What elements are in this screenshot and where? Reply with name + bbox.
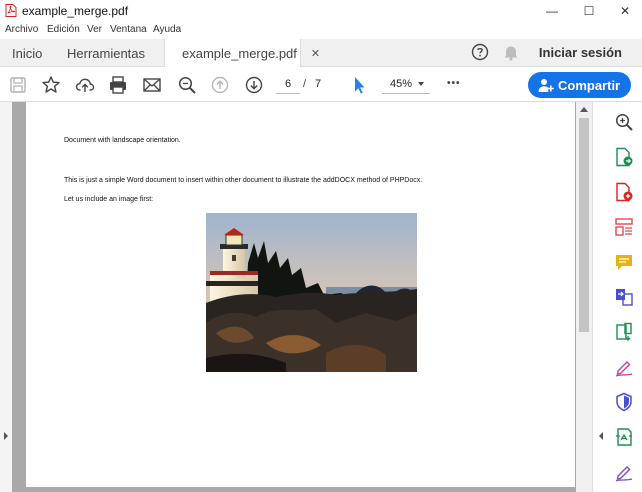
zoom-icon[interactable] [614, 112, 634, 132]
edit-pdf-icon[interactable] [614, 462, 634, 482]
tab-document-label: example_merge.pdf [182, 46, 297, 61]
doc-line-2: This is just a simple Word document to i… [64, 177, 423, 184]
cloud-upload-icon[interactable] [75, 75, 95, 95]
toolbar: 6 / 7 45% ••• Compartir [0, 67, 642, 102]
email-icon[interactable] [142, 75, 162, 95]
tab-bar: Inicio Herramientas example_merge.pdf ✕ … [0, 39, 642, 68]
collapse-right-panel-icon[interactable] [598, 432, 604, 440]
pdf-app-icon [5, 4, 17, 17]
scroll-up-icon[interactable] [580, 106, 588, 112]
sign-in-link[interactable]: Iniciar sesión [539, 45, 622, 60]
comment-icon[interactable] [614, 252, 634, 272]
total-pages: 7 [315, 78, 322, 90]
minimize-button[interactable]: — [537, 2, 567, 19]
tab-home[interactable]: Inicio [12, 39, 42, 67]
save-icon[interactable] [8, 75, 28, 95]
menu-edicion[interactable]: Edición [47, 24, 80, 35]
combine-files-icon[interactable] [614, 287, 634, 307]
menu-archivo[interactable]: Archivo [5, 24, 38, 35]
current-page-input[interactable]: 6 [276, 75, 300, 94]
window-title: example_merge.pdf [22, 4, 129, 18]
protect-icon[interactable] [614, 392, 634, 412]
tab-close-icon[interactable]: ✕ [311, 47, 320, 60]
title-bar: example_merge.pdf — ☐ ✕ [0, 0, 642, 21]
close-window-button[interactable]: ✕ [610, 2, 640, 19]
page-separator: / [303, 78, 307, 90]
doc-line-1: Document with landscape orientation. [64, 137, 181, 144]
create-pdf-icon[interactable] [614, 182, 634, 202]
share-button-label: Compartir [558, 77, 621, 93]
add-user-icon [538, 79, 554, 92]
bookmark-star-icon[interactable] [41, 75, 61, 95]
minimize-icon: — [546, 3, 558, 18]
select-cursor-icon[interactable] [349, 75, 369, 95]
menu-bar: Archivo Edición Ver Ventana Ayuda [0, 21, 642, 39]
doc-line-3: Let us include an image first: [64, 196, 154, 203]
lighthouse-photo [206, 213, 417, 372]
maximize-button[interactable]: ☐ [574, 2, 604, 19]
scrollbar-thumb[interactable] [579, 118, 589, 332]
print-icon[interactable] [108, 75, 128, 95]
zoom-dropdown-caret-icon[interactable] [418, 82, 424, 86]
menu-ventana[interactable]: Ventana [110, 24, 147, 35]
maximize-icon: ☐ [583, 3, 595, 18]
tab-home-label: Inicio [12, 45, 43, 61]
organize-pages-icon[interactable] [614, 217, 634, 237]
tab-tools-label: Herramientas [67, 45, 146, 61]
expand-left-panel-icon[interactable] [3, 432, 9, 440]
left-panel-collapsed [0, 102, 12, 492]
more-tools-icon[interactable]: ••• [447, 78, 461, 89]
tab-tools[interactable]: Herramientas [67, 39, 145, 67]
compress-icon[interactable] [614, 322, 634, 342]
next-page-icon[interactable] [244, 75, 264, 95]
fill-sign-icon[interactable] [614, 357, 634, 377]
zoom-search-icon[interactable] [177, 75, 197, 95]
share-button[interactable]: Compartir [528, 72, 631, 98]
export-pdf-icon[interactable] [614, 147, 634, 167]
menu-ver[interactable]: Ver [87, 24, 102, 35]
menu-ayuda[interactable]: Ayuda [153, 24, 181, 35]
notifications-bell-icon[interactable] [503, 44, 519, 61]
tab-document[interactable]: example_merge.pdf ✕ [164, 39, 320, 68]
scan-icon[interactable] [614, 427, 634, 447]
close-icon: ✕ [619, 3, 631, 18]
previous-page-icon[interactable] [210, 75, 230, 95]
help-icon[interactable] [471, 43, 489, 61]
